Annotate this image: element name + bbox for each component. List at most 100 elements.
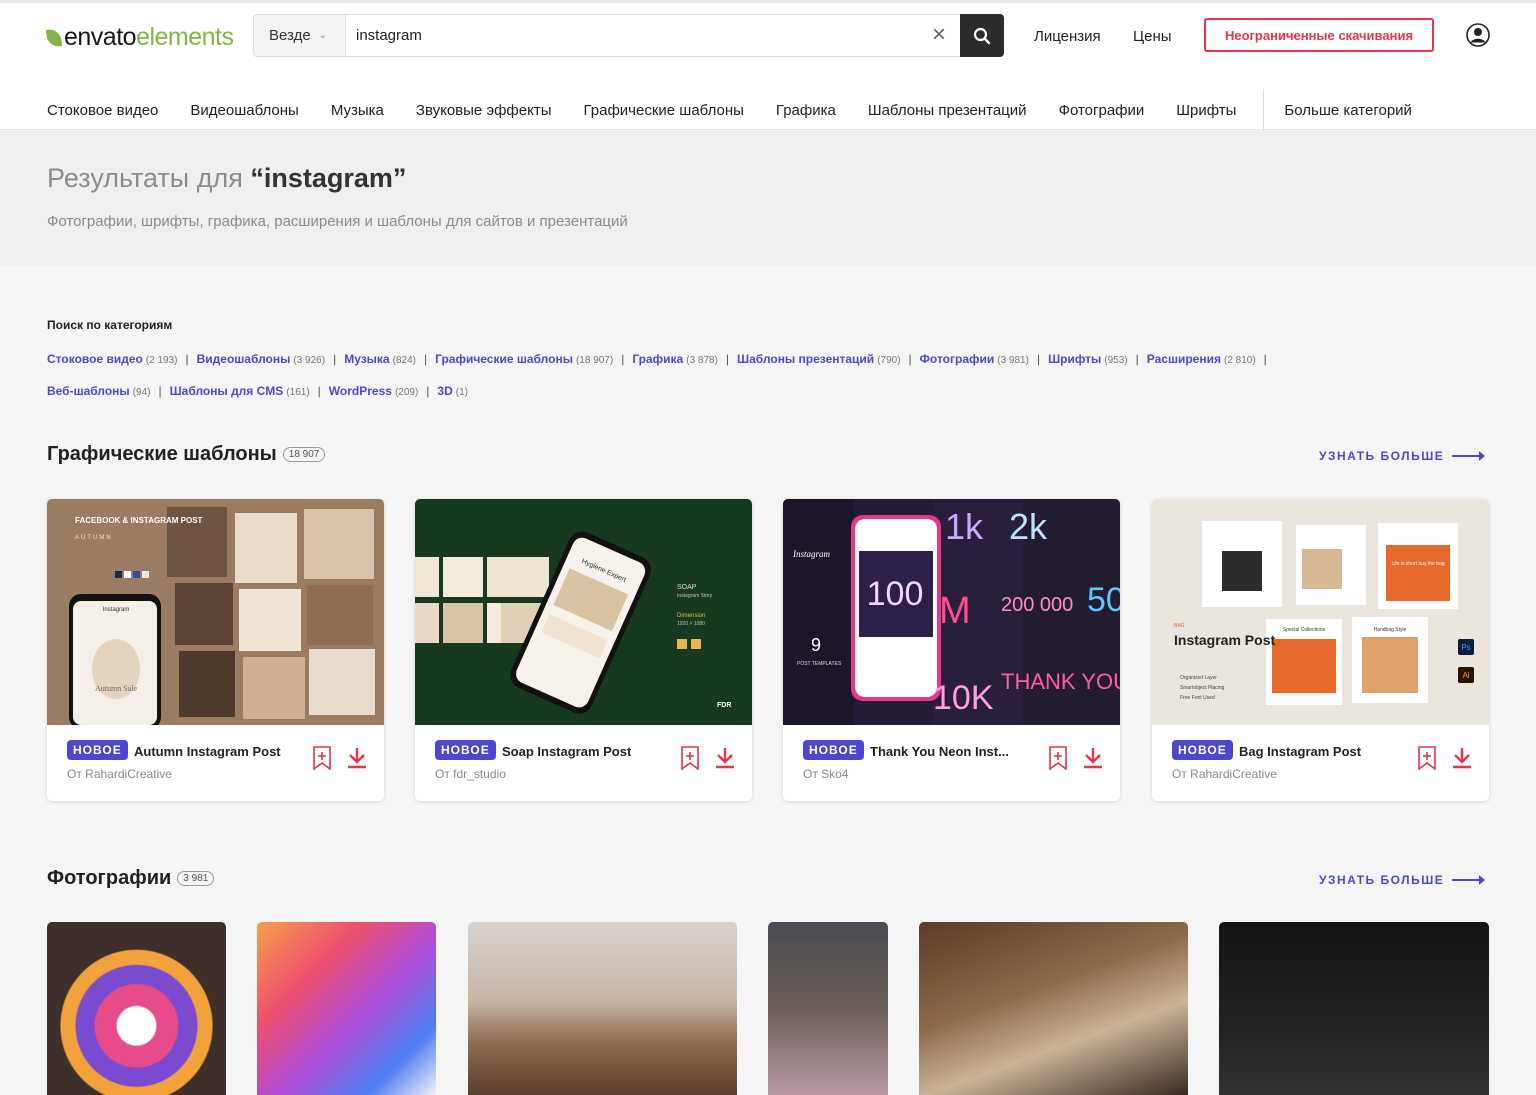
neon-10k: 10K bbox=[933, 679, 994, 717]
autumn-sub: AUTUMN bbox=[75, 535, 113, 541]
item-title[interactable]: Bag Instagram Post bbox=[1239, 744, 1361, 759]
nav-item[interactable]: Стоковое видео bbox=[47, 102, 158, 119]
category-count: (2 193) bbox=[145, 355, 178, 366]
download-icon[interactable] bbox=[1082, 747, 1104, 769]
category-search: Поиск по категориям Стоковое видео (2 193… bbox=[47, 318, 1487, 408]
neon-100: 100 bbox=[867, 575, 924, 613]
results-prefix: Результаты для bbox=[47, 163, 243, 193]
neon-m: M bbox=[939, 590, 971, 632]
item-thumbnail[interactable]: Hygiene Expert SOAP Instagram Story Dime… bbox=[415, 499, 752, 725]
photo-thumbnail[interactable] bbox=[47, 922, 226, 1095]
search-input[interactable] bbox=[346, 15, 926, 56]
item-thumbnail[interactable]: Instagram Autumn Sale FACEBOOK & INSTAGR… bbox=[47, 499, 384, 725]
photo-thumbnail[interactable] bbox=[768, 922, 888, 1095]
category-link[interactable]: Расширения bbox=[1147, 352, 1221, 366]
soap-sub: Instagram Story bbox=[677, 593, 713, 599]
search-scope-dropdown[interactable]: Везде ⌄ bbox=[254, 15, 346, 56]
item-card[interactable]: Instagram Autumn Sale FACEBOOK & INSTAGR… bbox=[47, 499, 384, 801]
item-title[interactable]: Soap Instagram Post bbox=[502, 744, 631, 759]
category-link[interactable]: WordPress bbox=[329, 384, 392, 398]
category-link[interactable]: Шрифты bbox=[1048, 352, 1101, 366]
neon-template-count: 9 bbox=[811, 635, 821, 655]
category-separator: | bbox=[333, 352, 337, 366]
nav-more-categories[interactable]: Больше категорий bbox=[1284, 102, 1412, 119]
category-link[interactable]: Веб-шаблоны bbox=[47, 384, 130, 398]
item-author[interactable]: От RahardiCreative bbox=[1172, 767, 1277, 781]
category-count: (18 907) bbox=[575, 355, 614, 366]
new-badge: НОВОЕ bbox=[67, 740, 128, 760]
category-link[interactable]: Видеошаблоны bbox=[197, 352, 291, 366]
item-title[interactable]: Thank You Neon Inst... bbox=[870, 744, 1009, 759]
photo-thumbnail[interactable] bbox=[1219, 922, 1489, 1095]
item-author[interactable]: От fdr_studio bbox=[435, 767, 506, 781]
unlimited-downloads-button[interactable]: Неограниченные скачивания bbox=[1204, 18, 1434, 52]
bookmark-add-icon[interactable] bbox=[680, 746, 700, 770]
nav-item[interactable]: Графические шаблоны bbox=[584, 102, 744, 119]
envato-elements-logo[interactable]: envato elements bbox=[45, 23, 234, 52]
prices-link[interactable]: Цены bbox=[1133, 28, 1172, 45]
category-link[interactable]: Графические шаблоны bbox=[435, 352, 573, 366]
category-count: (2 810) bbox=[1223, 355, 1256, 366]
search-button[interactable] bbox=[960, 14, 1004, 57]
item-card[interactable]: 100 1k 2k M 200 000 50 THANK YOU 10K Ins… bbox=[783, 499, 1120, 801]
results-banner: Результаты для “instagram” Фотографии, ш… bbox=[0, 131, 1536, 266]
item-title[interactable]: Autumn Instagram Post bbox=[134, 744, 281, 759]
nav-item[interactable]: Шрифты bbox=[1176, 102, 1236, 119]
learn-more-label: УЗНАТЬ БОЛЬШЕ bbox=[1319, 873, 1445, 887]
download-icon[interactable] bbox=[1451, 747, 1473, 769]
download-icon[interactable] bbox=[714, 747, 736, 769]
chevron-down-icon: ⌄ bbox=[318, 30, 328, 41]
soap-size: 1920 × 1080 bbox=[677, 621, 705, 627]
nav-item[interactable]: Музыка bbox=[331, 102, 384, 119]
category-link[interactable]: Графика bbox=[632, 352, 683, 366]
learn-more-photos[interactable]: УЗНАТЬ БОЛЬШЕ bbox=[1319, 873, 1486, 887]
neon-brand: Instagram bbox=[792, 549, 831, 559]
nav-item[interactable]: Фотографии bbox=[1059, 102, 1145, 119]
item-author[interactable]: От RahardiCreative bbox=[67, 767, 172, 781]
bookmark-add-icon[interactable] bbox=[1417, 746, 1437, 770]
bookmark-add-icon[interactable] bbox=[1048, 746, 1068, 770]
nav-item[interactable]: Шаблоны презентаций bbox=[868, 102, 1027, 119]
category-link[interactable]: Шаблоны для CMS bbox=[170, 384, 284, 398]
category-link[interactable]: 3D bbox=[437, 384, 452, 398]
bookmark-add-icon[interactable] bbox=[312, 746, 332, 770]
site-header: envatoelements Везде ⌄ × Лицензия Цены Н… bbox=[0, 3, 1536, 131]
photo-thumbnail[interactable] bbox=[919, 922, 1188, 1095]
new-badge: НОВОЕ bbox=[1172, 740, 1233, 760]
item-thumbnail[interactable]: Life is short buy the bag Special Collec… bbox=[1152, 499, 1489, 725]
autumn-template-preview: Instagram Autumn Sale FACEBOOK & INSTAGR… bbox=[47, 499, 384, 725]
category-separator: | bbox=[1263, 352, 1267, 366]
user-icon[interactable] bbox=[1466, 23, 1490, 47]
category-nav: Стоковое видео Видеошаблоны Музыка Звуко… bbox=[47, 89, 1444, 131]
photo-thumbnail[interactable] bbox=[257, 922, 436, 1095]
arrow-right-icon bbox=[1452, 451, 1486, 461]
results-query: “instagram” bbox=[250, 163, 407, 193]
license-link[interactable]: Лицензия bbox=[1034, 28, 1101, 45]
category-link[interactable]: Фотографии bbox=[920, 352, 995, 366]
search-bar: Везде ⌄ × bbox=[253, 14, 1004, 57]
nav-divider bbox=[1263, 89, 1265, 131]
item-card[interactable]: Life is short buy the bag Special Collec… bbox=[1152, 499, 1489, 801]
category-link[interactable]: Музыка bbox=[344, 352, 389, 366]
neon-template-preview: 100 1k 2k M 200 000 50 THANK YOU 10K Ins… bbox=[783, 499, 1120, 725]
item-card[interactable]: Hygiene Expert SOAP Instagram Story Dime… bbox=[415, 499, 752, 801]
photo-thumbnail[interactable] bbox=[468, 922, 737, 1095]
category-link[interactable]: Стоковое видео bbox=[47, 352, 143, 366]
nav-item[interactable]: Графика bbox=[776, 102, 836, 119]
nav-item[interactable]: Звуковые эффекты bbox=[416, 102, 552, 119]
download-icon[interactable] bbox=[346, 747, 368, 769]
bag-handbag-label: Handbag Style bbox=[1374, 627, 1407, 633]
section-count: 18 907 bbox=[282, 447, 326, 462]
bag-special-label: Special Collections bbox=[1283, 627, 1326, 633]
learn-more-label: УЗНАТЬ БОЛЬШЕ bbox=[1319, 449, 1445, 463]
logo-text-envato: envato bbox=[64, 23, 137, 51]
close-icon[interactable]: × bbox=[927, 23, 951, 47]
item-thumbnail[interactable]: 100 1k 2k M 200 000 50 THANK YOU 10K Ins… bbox=[783, 499, 1120, 725]
arrow-right-icon bbox=[1452, 875, 1486, 885]
category-link[interactable]: Шаблоны презентаций bbox=[737, 352, 874, 366]
item-author[interactable]: От Sko4 bbox=[803, 767, 849, 781]
search-scope-label: Везде bbox=[269, 27, 311, 44]
learn-more-graphics[interactable]: УЗНАТЬ БОЛЬШЕ bbox=[1319, 449, 1486, 463]
category-links: Стоковое видео (2 193) | Видеошаблоны (3 926… bbox=[47, 344, 1487, 408]
nav-item[interactable]: Видеошаблоны bbox=[190, 102, 298, 119]
